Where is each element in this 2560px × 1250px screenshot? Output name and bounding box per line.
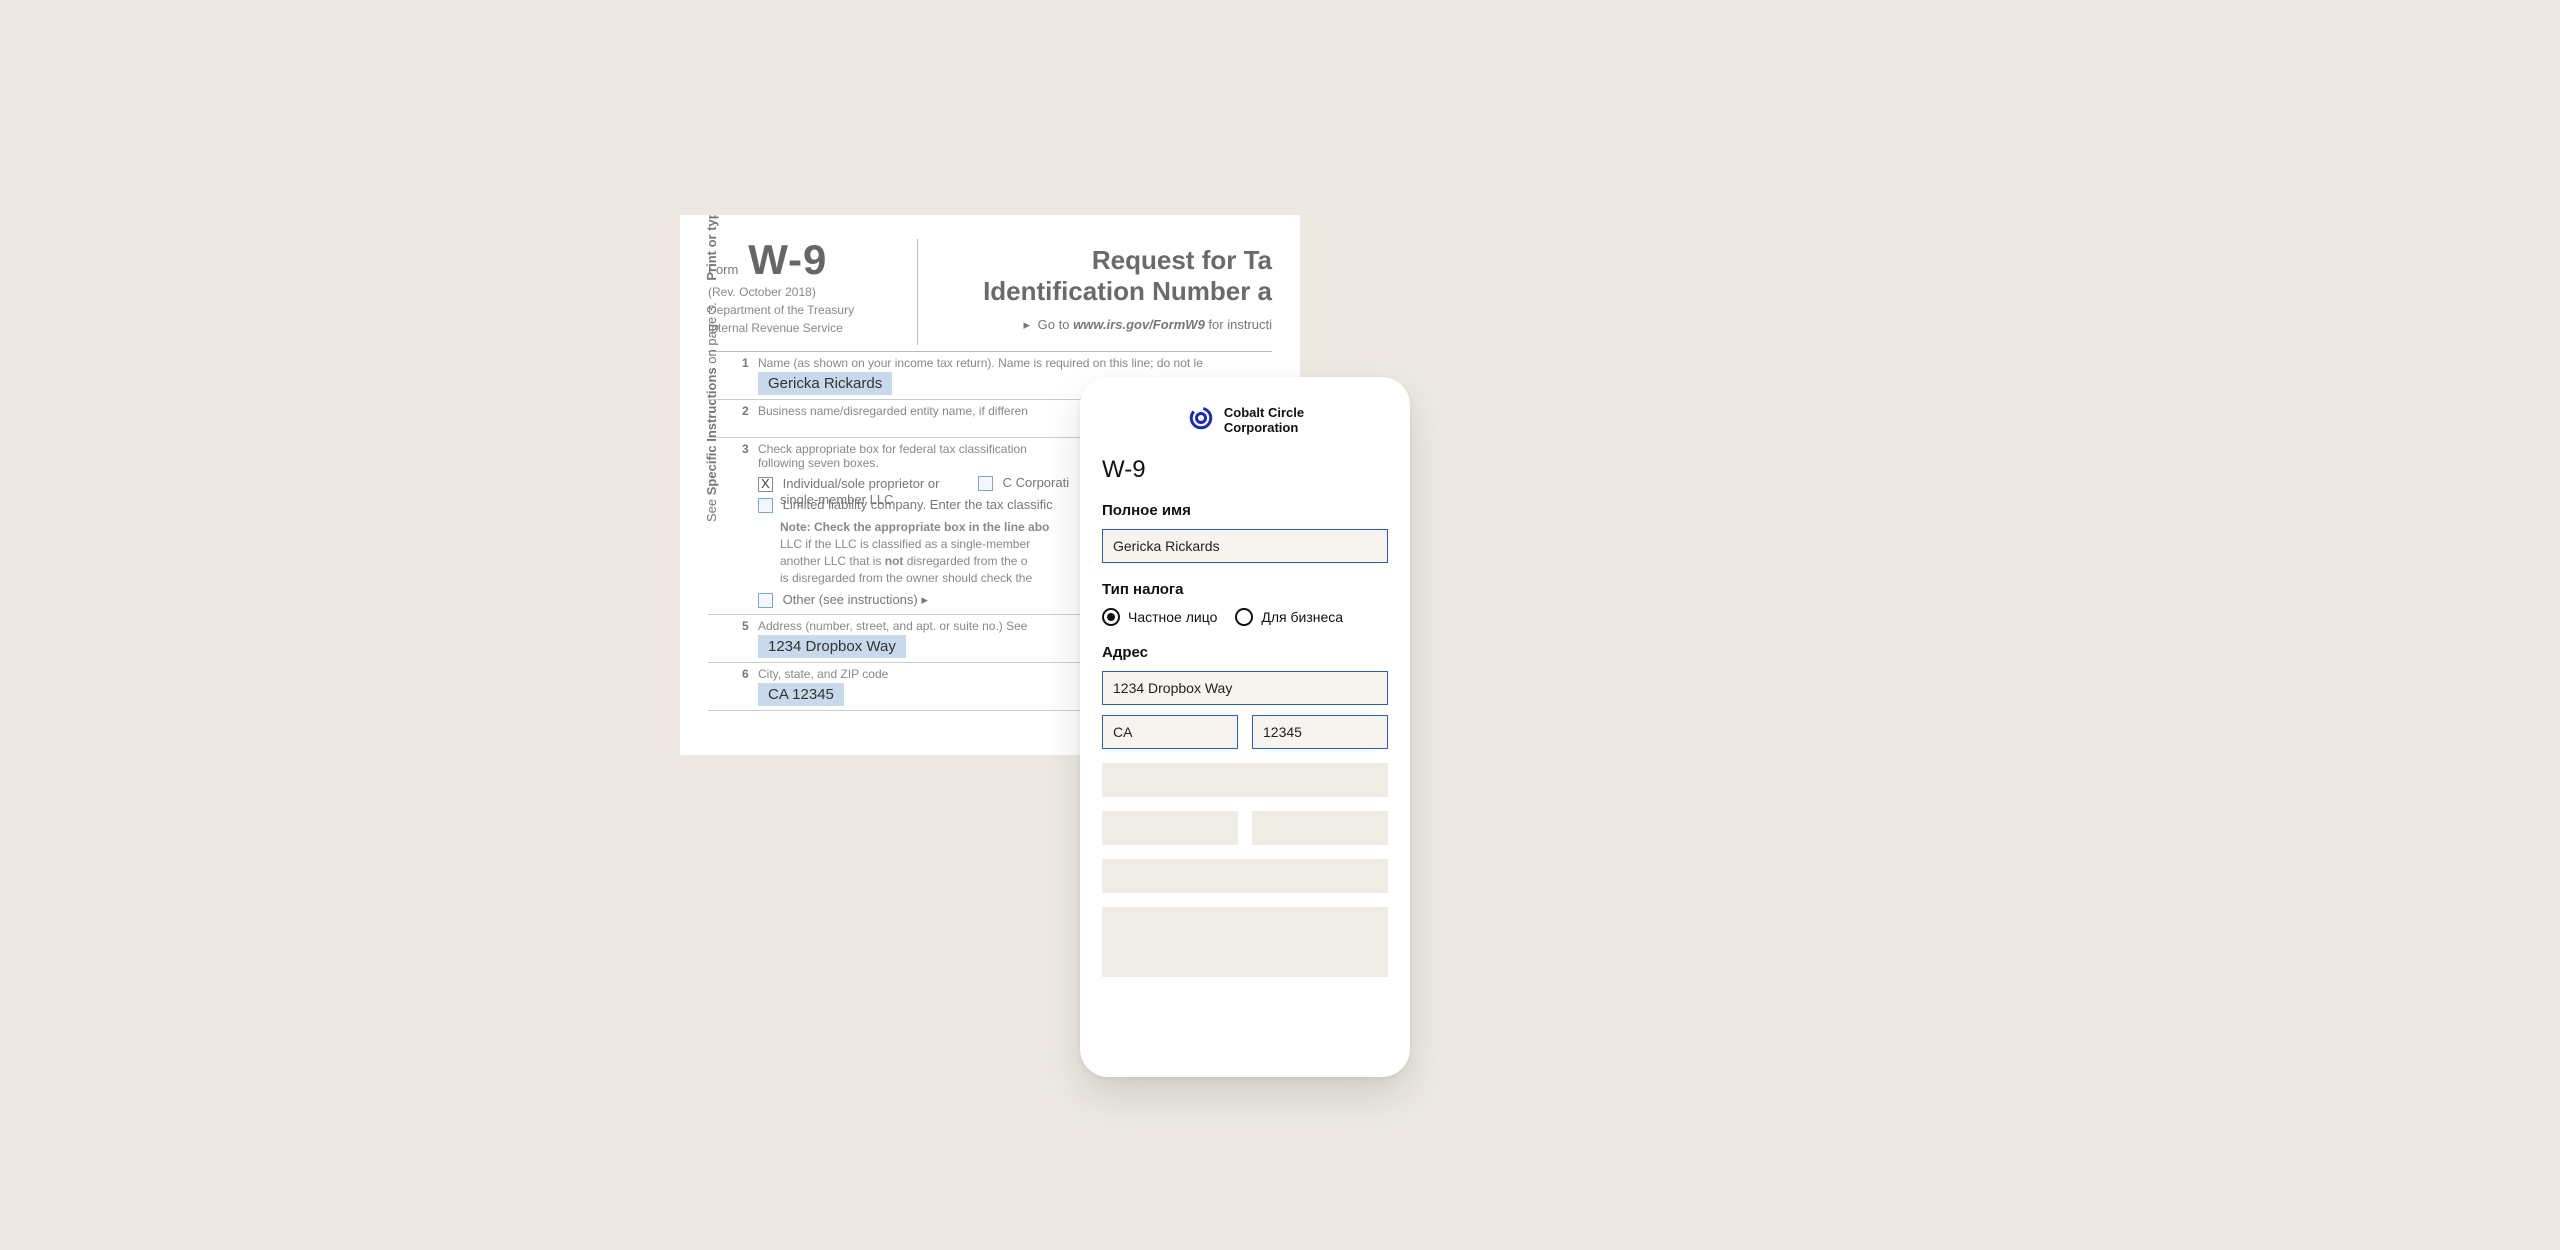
radio-personal-label: Частное лицо <box>1128 609 1217 625</box>
street-input[interactable] <box>1102 671 1388 705</box>
row-6-value: CA 12345 <box>758 683 844 706</box>
composition: Form W-9 (Rev. October 2018) Department … <box>680 215 1880 1035</box>
radio-dot-selected-icon <box>1102 608 1120 626</box>
brand-name-line-1: Cobalt Circle <box>1224 406 1304 420</box>
state-input[interactable] <box>1102 715 1238 749</box>
brand-header: Cobalt Circle Corporation <box>1102 403 1388 438</box>
dept-line-2: Internal Revenue Service <box>708 321 907 335</box>
checkbox-other <box>758 593 773 608</box>
brand-logo-icon <box>1186 403 1216 438</box>
form-code: W-9 <box>748 239 827 281</box>
placeholder-block <box>1102 763 1388 797</box>
checkbox-individual <box>758 477 773 492</box>
dept-line-1: Department of the Treasury <box>708 303 907 317</box>
radio-dot-icon <box>1235 608 1253 626</box>
mobile-form-card: Cobalt Circle Corporation W-9 Полное имя… <box>1080 377 1410 1077</box>
zip-input[interactable] <box>1252 715 1388 749</box>
placeholder-block <box>1252 811 1388 845</box>
row-5-value: 1234 Dropbox Way <box>758 635 906 658</box>
goto-line: ▸ Go to www.irs.gov/FormW9 for instructi <box>934 317 1272 333</box>
label-address: Адрес <box>1102 644 1388 661</box>
placeholder-block <box>1102 859 1388 893</box>
label-taxtype: Тип налога <box>1102 581 1388 598</box>
radio-business-label: Для бизнеса <box>1261 609 1343 625</box>
checkbox-c-corp <box>978 476 993 491</box>
checkbox-llc <box>758 498 773 513</box>
radio-personal[interactable]: Частное лицо <box>1102 608 1217 626</box>
form-title-line-2: Identification Number a <box>934 276 1272 307</box>
form-revision: (Rev. October 2018) <box>708 285 907 299</box>
placeholder-block <box>1102 811 1238 845</box>
radio-business[interactable]: Для бизнеса <box>1235 608 1343 626</box>
brand-name-line-2: Corporation <box>1224 421 1304 435</box>
form-title-line-1: Request for Ta <box>934 245 1272 276</box>
doc-title: W-9 <box>1102 456 1388 484</box>
fullname-input[interactable] <box>1102 529 1388 563</box>
label-fullname: Полное имя <box>1102 502 1388 519</box>
placeholder-block <box>1102 907 1388 977</box>
row-1-value: Gericka Rickards <box>758 372 892 395</box>
